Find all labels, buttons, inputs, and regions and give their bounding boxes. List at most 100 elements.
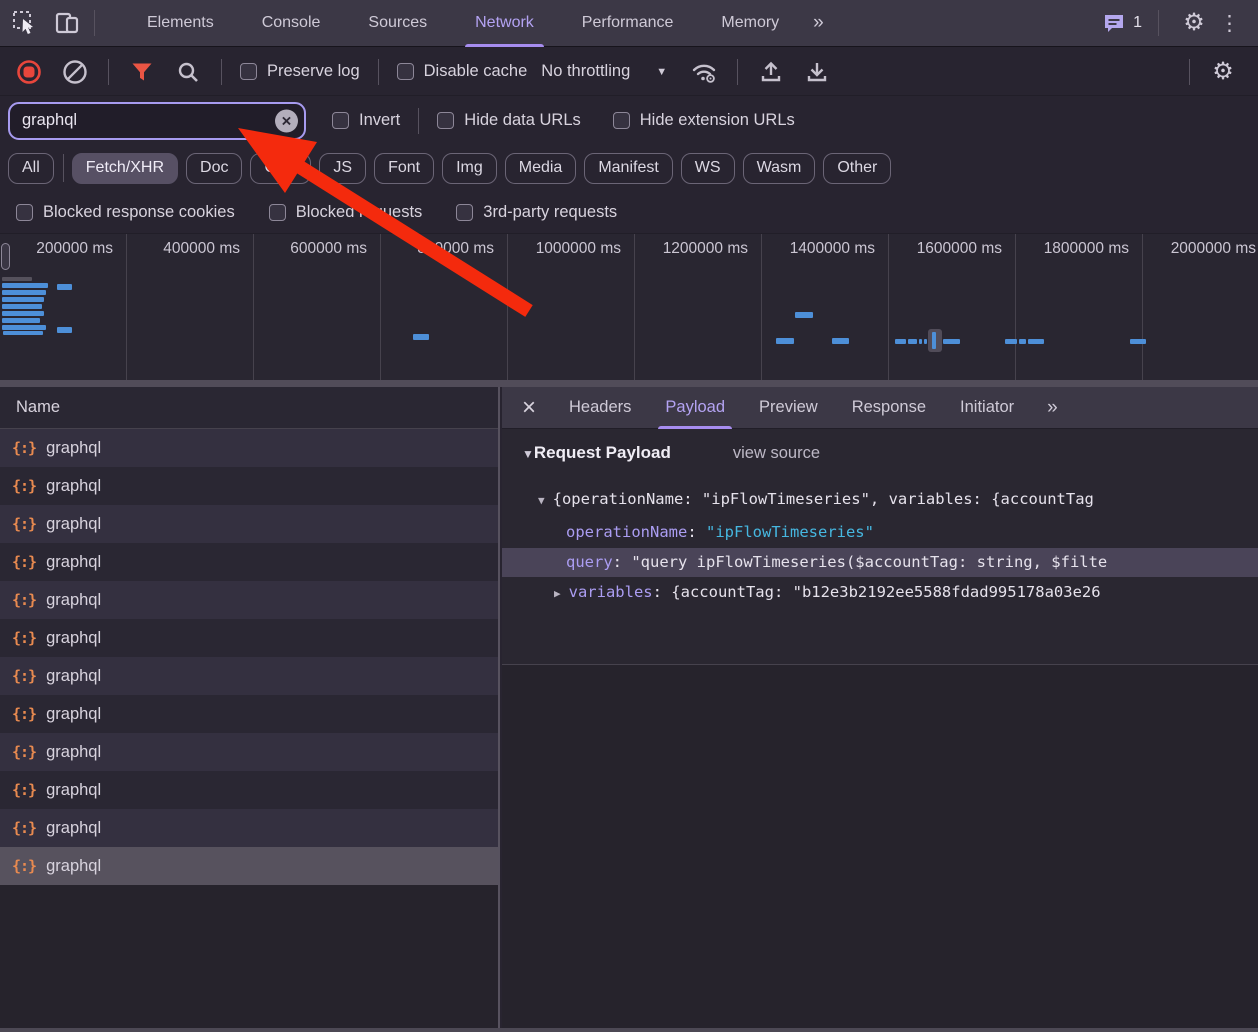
search-button[interactable] [171, 55, 205, 89]
chip-label: Wasm [757, 159, 802, 177]
device-toolbar-button[interactable] [50, 6, 84, 40]
request-row[interactable]: {:}graphql [0, 581, 498, 619]
chip-label: CSS [264, 159, 297, 177]
throttling-select[interactable]: No throttling ▼ [541, 62, 667, 81]
divider [63, 154, 64, 182]
divider [221, 59, 222, 85]
tab-sources[interactable]: Sources [344, 0, 451, 47]
network-settings-button[interactable]: ⚙ [1206, 55, 1240, 89]
chip-manifest[interactable]: Manifest [584, 153, 672, 184]
timeline-scroll-handle[interactable] [1, 243, 10, 270]
name-column-header[interactable]: Name [0, 387, 498, 429]
issues-count[interactable]: 1 [1133, 14, 1142, 32]
expanded-triangle-icon[interactable]: ▼ [538, 494, 545, 507]
request-row[interactable]: {:}graphql [0, 619, 498, 657]
more-tabs-button[interactable]: » [803, 12, 832, 34]
record-network-log-button[interactable] [12, 55, 46, 89]
chip-doc[interactable]: Doc [186, 153, 242, 184]
export-har-button[interactable] [800, 55, 834, 89]
chip-label: All [22, 159, 40, 177]
third-party-requests-checkbox[interactable]: 3rd-party requests [456, 203, 617, 222]
import-har-button[interactable] [754, 55, 788, 89]
fetch-xhr-icon: {:} [12, 743, 36, 761]
request-row[interactable]: {:}graphql [0, 543, 498, 581]
details-tab-initiator[interactable]: Initiator [943, 387, 1031, 429]
close-details-button[interactable]: × [502, 396, 552, 420]
request-row[interactable]: {:}graphql [0, 847, 498, 885]
disable-cache-checkbox[interactable]: Disable cache [397, 62, 528, 81]
view-source-link[interactable]: view source [733, 444, 820, 462]
funnel-icon [130, 60, 154, 84]
invert-checkbox[interactable]: Invert [332, 111, 400, 130]
tab-elements[interactable]: Elements [123, 0, 238, 47]
payload-summary-line[interactable]: ▼{operationName: "ipFlowTimeseries", var… [502, 485, 1258, 514]
waterfall-bar [2, 325, 46, 330]
bottom-scrollbar-track[interactable] [0, 1028, 1258, 1032]
details-tab-label: Headers [569, 398, 631, 417]
issues-message-icon[interactable] [1102, 11, 1126, 35]
details-tab-response[interactable]: Response [835, 387, 943, 429]
network-conditions-button[interactable] [687, 55, 721, 89]
settings-button[interactable]: ⚙ [1177, 6, 1211, 40]
third-party-requests-label: 3rd-party requests [483, 203, 617, 222]
kebab-icon: ⋮ [1219, 12, 1240, 35]
inspect-element-button[interactable] [8, 6, 42, 40]
clear-network-log-button[interactable] [58, 55, 92, 89]
chip-js[interactable]: JS [319, 153, 366, 184]
chip-fetchxhr[interactable]: Fetch/XHR [72, 153, 178, 184]
hide-extension-urls-checkbox[interactable]: Hide extension URLs [613, 111, 795, 130]
request-row[interactable]: {:}graphql [0, 657, 498, 695]
waterfall-bar [413, 334, 429, 340]
timeline-column: 1800000 ms [1016, 234, 1143, 380]
tab-label: Console [262, 14, 321, 32]
request-row[interactable]: {:}graphql [0, 771, 498, 809]
details-tab-payload[interactable]: Payload [648, 387, 742, 429]
filter-text-input[interactable] [10, 111, 304, 130]
chip-img[interactable]: Img [442, 153, 497, 184]
payload-key: query [566, 553, 613, 571]
details-tab-headers[interactable]: Headers [552, 387, 648, 429]
tab-performance[interactable]: Performance [558, 0, 698, 47]
tab-memory[interactable]: Memory [697, 0, 803, 47]
chip-font[interactable]: Font [374, 153, 434, 184]
request-row[interactable]: {:}graphql [0, 429, 498, 467]
request-row[interactable]: {:}graphql [0, 467, 498, 505]
request-row[interactable]: {:}graphql [0, 695, 498, 733]
details-tab-preview[interactable]: Preview [742, 387, 835, 429]
request-name: graphql [46, 743, 101, 762]
chip-label: Manifest [598, 159, 658, 177]
collapse-triangle-icon[interactable]: ▼ [522, 447, 534, 461]
chip-all[interactable]: All [8, 153, 54, 184]
more-details-tabs-button[interactable]: » [1037, 397, 1066, 419]
waterfall-bar [776, 338, 794, 344]
blocked-response-cookies-checkbox[interactable]: Blocked response cookies [16, 203, 235, 222]
chip-wasm[interactable]: Wasm [743, 153, 816, 184]
payload-row-query[interactable]: query: "query ipFlowTimeseries($accountT… [502, 548, 1258, 577]
waterfall-bar [908, 339, 917, 344]
timeline-column: 1600000 ms [889, 234, 1016, 380]
chip-other[interactable]: Other [823, 153, 891, 184]
payload-row-operation[interactable]: operationName: "ipFlowTimeseries" [502, 518, 1258, 547]
filter-toggle-button[interactable] [125, 55, 159, 89]
fetch-xhr-icon: {:} [12, 439, 36, 457]
blocked-requests-checkbox[interactable]: Blocked requests [269, 203, 423, 222]
request-row[interactable]: {:} graphql [0, 733, 498, 771]
hide-data-urls-checkbox[interactable]: Hide data URLs [437, 111, 580, 130]
collapsed-triangle-icon[interactable]: ▶ [554, 587, 561, 600]
request-row[interactable]: {:}graphql [0, 505, 498, 543]
preserve-log-checkbox[interactable]: Preserve log [240, 62, 360, 81]
main-menu-button[interactable]: ⋮ [1211, 11, 1248, 36]
tab-console[interactable]: Console [238, 0, 345, 47]
waterfall-bar [2, 277, 32, 281]
request-row[interactable]: {:}graphql [0, 809, 498, 847]
chip-media[interactable]: Media [505, 153, 577, 184]
payload-row-variables[interactable]: ▶variables: {accountTag: "b12e3b2192ee55… [502, 578, 1258, 607]
checkbox-icon [240, 63, 257, 80]
clear-filter-icon[interactable]: × [275, 109, 298, 132]
chip-ws[interactable]: WS [681, 153, 735, 184]
fetch-xhr-icon: {:} [12, 819, 36, 837]
network-overview-timeline[interactable]: 200000 ms400000 ms600000 ms800000 ms1000… [0, 234, 1258, 380]
tab-network[interactable]: Network [451, 0, 558, 47]
network-filter-field[interactable]: × [8, 102, 306, 140]
chip-css[interactable]: CSS [250, 153, 311, 184]
